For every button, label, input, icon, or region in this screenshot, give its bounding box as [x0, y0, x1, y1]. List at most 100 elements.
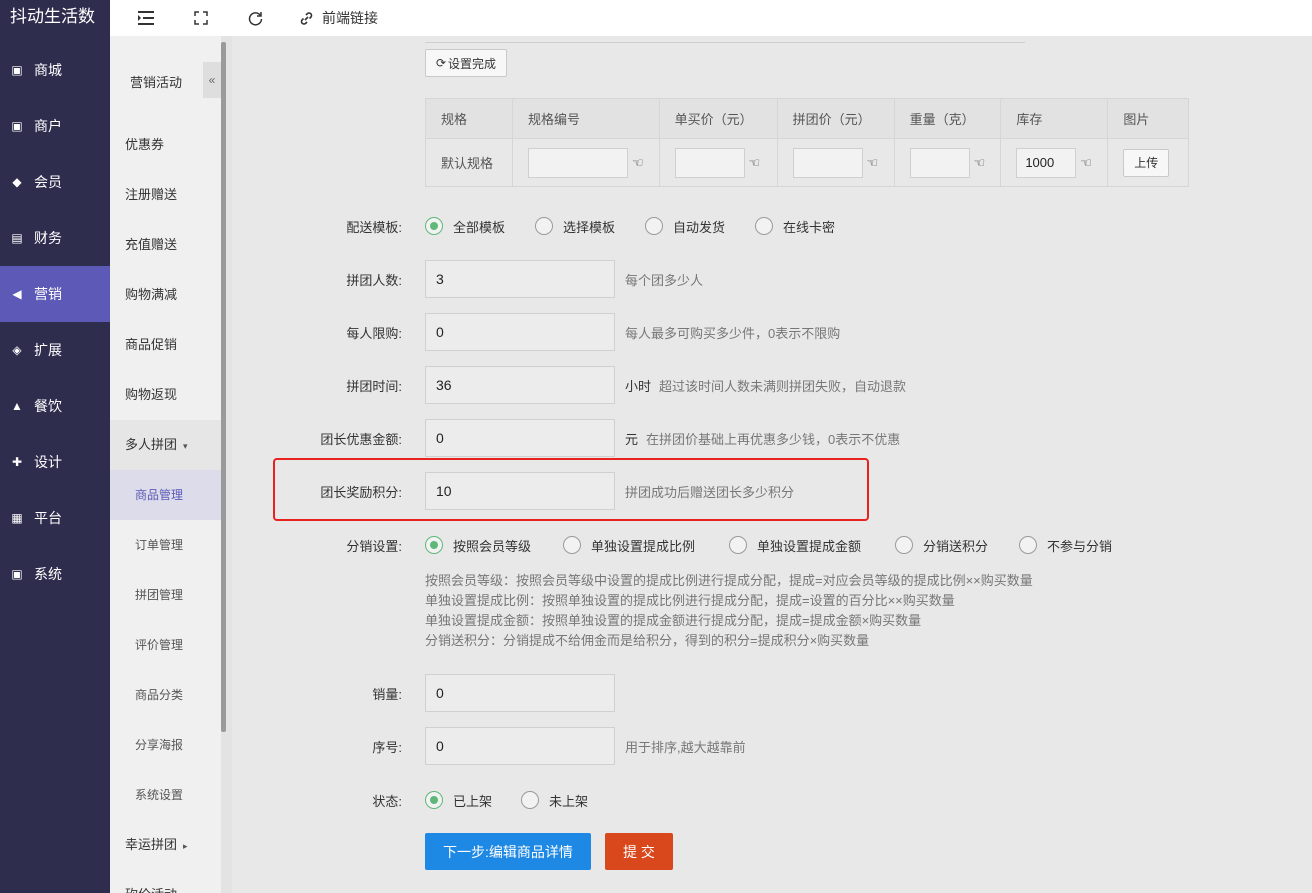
distribution-option-ratio[interactable]: 单独设置提成比例: [563, 536, 695, 555]
nav-item-shop[interactable]: ▣ 商城: [0, 42, 110, 98]
spec-table: 规格 规格编号 单买价（元） 拼团价（元） 重量（克） 库存 图片 默认规格 ☜…: [425, 98, 1190, 187]
distribution-option-none[interactable]: 不参与分销: [1019, 536, 1112, 555]
sort-input[interactable]: 0: [425, 727, 615, 765]
delivery-label: 配送模板:: [346, 219, 402, 235]
submenu-item-recharge-gift[interactable]: 充值赠送: [110, 220, 221, 270]
top-toolbar: 前端链接: [110, 0, 1312, 36]
batch-fill-icon[interactable]: ☜: [974, 155, 986, 171]
shop-icon: ▣: [11, 63, 23, 77]
submenu-scrollbar[interactable]: [221, 42, 226, 732]
submenu-item-settings[interactable]: 系统设置: [110, 770, 221, 820]
col-header: 库存: [1000, 98, 1109, 139]
radio-icon: [755, 217, 773, 235]
time-unit: 小时: [625, 378, 652, 394]
menu-toggle-button[interactable]: [138, 0, 154, 36]
nav-item-finance[interactable]: ▤ 财务: [0, 210, 110, 266]
radio-checked-icon: [425, 217, 443, 235]
batch-fill-icon[interactable]: ☜: [749, 155, 761, 171]
submenu-item-cashback[interactable]: 购物返现: [110, 370, 221, 420]
distribution-option-points[interactable]: 分销送积分: [895, 536, 988, 555]
batch-fill-icon[interactable]: ☜: [1080, 155, 1092, 171]
submenu-item-promotion[interactable]: 商品促销: [110, 320, 221, 370]
radio-icon: [521, 791, 539, 809]
frontend-link-button[interactable]: 前端链接: [299, 0, 378, 36]
divider: [425, 42, 1025, 43]
submenu-item-share-poster[interactable]: 分享海报: [110, 720, 221, 770]
main-content: ⟳ 设置完成 规格 规格编号 单买价（元） 拼团价（元） 重量（克） 库存 图片 …: [232, 36, 1312, 893]
sales-row: 销量: 0: [232, 674, 1312, 712]
merchant-icon: ▣: [11, 119, 23, 133]
distribution-description: 按照会员等级：按照会员等级中设置的提成比例进行提成分配，提成=对应会员等级的提成…: [425, 573, 1033, 648]
submenu-item-coupon[interactable]: 优惠券: [110, 120, 221, 170]
leader-points-input[interactable]: 10: [425, 472, 615, 510]
nav-item-design[interactable]: ✚ 设计: [0, 434, 110, 490]
leader-discount-input[interactable]: 0: [425, 419, 615, 457]
submenu-group-lucky-group[interactable]: 幸运拼团 ▸: [110, 820, 221, 870]
submenu-item-bargain[interactable]: 砍价活动: [110, 870, 221, 893]
upload-button[interactable]: 上传: [1123, 148, 1170, 177]
radio-icon: [563, 536, 581, 554]
fullscreen-button[interactable]: [194, 0, 208, 36]
spec-done-button[interactable]: ⟳ 设置完成: [425, 49, 507, 77]
finance-icon: ▤: [11, 231, 23, 245]
submit-button[interactable]: 提 交: [605, 833, 673, 870]
nav-item-member[interactable]: ◆ 会员: [0, 154, 110, 210]
submenu-item-order-manage[interactable]: 订单管理: [110, 520, 221, 570]
megaphone-icon: ◀: [12, 287, 22, 301]
delivery-option-auto[interactable]: 自动发货: [645, 217, 725, 236]
main-nav: 抖动生活数 ▣ 商城 ▣ 商户 ◆ 会员 ▤ 财务 ◀ 营销 ◈ 扩展 ▲ 餐饮 ✚ 设计 ▦ 平…: [0, 0, 110, 893]
submenu-item-product-manage[interactable]: 商品管理: [110, 470, 221, 520]
nav-item-marketing[interactable]: ◀ 营销: [0, 266, 110, 322]
time-label: 拼团时间:: [346, 378, 402, 394]
submenu-item-review-manage[interactable]: 评价管理: [110, 620, 221, 670]
batch-fill-icon[interactable]: ☜: [632, 155, 644, 171]
nav-item-merchant[interactable]: ▣ 商户: [0, 98, 110, 154]
stock-input[interactable]: 1000: [1016, 147, 1077, 178]
distribution-option-level[interactable]: 按照会员等级: [425, 536, 531, 555]
submenu-collapse-button[interactable]: «: [203, 62, 221, 98]
refresh-button[interactable]: [248, 0, 263, 36]
limit-label: 每人限购:: [346, 325, 402, 341]
submenu: 营销活动 « 优惠券 注册赠送 充值赠送 购物满减 商品促销 购物返现 多人拼团…: [110, 36, 221, 893]
leader-discount-unit: 元: [625, 431, 639, 447]
cube-icon: ◈: [12, 343, 22, 357]
status-option-on-shelf[interactable]: 已上架: [425, 791, 492, 810]
limit-row: 每人限购: 0 每人最多可购买多少件，0表示不限购: [232, 313, 1312, 351]
table-row: 默认规格 ☜ ☜ ☜ ☜ 1000 ☜ 上传: [425, 138, 1190, 187]
submenu-item-full-reduction[interactable]: 购物满减: [110, 270, 221, 320]
distribution-option-amount[interactable]: 单独设置提成金额: [729, 536, 861, 555]
group-size-row: 拼团人数: 3 每个团多少人: [232, 260, 1312, 298]
radio-icon: [729, 536, 747, 554]
delivery-option-card[interactable]: 在线卡密: [755, 217, 835, 236]
group-size-input[interactable]: 3: [425, 260, 615, 298]
radio-icon: [1019, 536, 1037, 554]
status-option-off-shelf[interactable]: 未上架: [521, 791, 588, 810]
submenu-item-register-gift[interactable]: 注册赠送: [110, 170, 221, 220]
batch-fill-icon[interactable]: ☜: [867, 155, 879, 171]
fullscreen-icon: [194, 11, 208, 25]
time-input[interactable]: 36: [425, 366, 615, 404]
nav-item-extend[interactable]: ◈ 扩展: [0, 322, 110, 378]
group-price-input[interactable]: [792, 147, 863, 178]
distribution-row: 分销设置: 按照会员等级 单独设置提成比例 单独设置提成金额 分销送积分 不参与…: [232, 526, 1312, 564]
delivery-option-all[interactable]: 全部模板: [425, 217, 505, 236]
submenu-item-category[interactable]: 商品分类: [110, 670, 221, 720]
weight-input[interactable]: [909, 147, 970, 178]
next-step-button[interactable]: 下一步:编辑商品详情: [425, 833, 591, 870]
sort-label: 序号:: [372, 739, 402, 755]
caret-right-icon: ▸: [183, 841, 188, 851]
nav-item-catering[interactable]: ▲ 餐饮: [0, 378, 110, 434]
nav-item-platform[interactable]: ▦ 平台: [0, 490, 110, 546]
spec-name: 默认规格: [425, 138, 513, 187]
spec-code-input[interactable]: [528, 147, 628, 178]
single-price-input[interactable]: [674, 147, 745, 178]
submenu-item-group-manage[interactable]: 拼团管理: [110, 570, 221, 620]
caret-down-icon: ▾: [183, 441, 188, 451]
delivery-option-select[interactable]: 选择模板: [535, 217, 615, 236]
submenu-title: 营销活动: [130, 75, 183, 90]
limit-input[interactable]: 0: [425, 313, 615, 351]
dish-icon: ▲: [11, 399, 23, 413]
nav-item-system[interactable]: ▣ 系统: [0, 546, 110, 602]
submenu-group-group-buy[interactable]: 多人拼团 ▾: [110, 420, 221, 470]
sales-input[interactable]: 0: [425, 674, 615, 712]
